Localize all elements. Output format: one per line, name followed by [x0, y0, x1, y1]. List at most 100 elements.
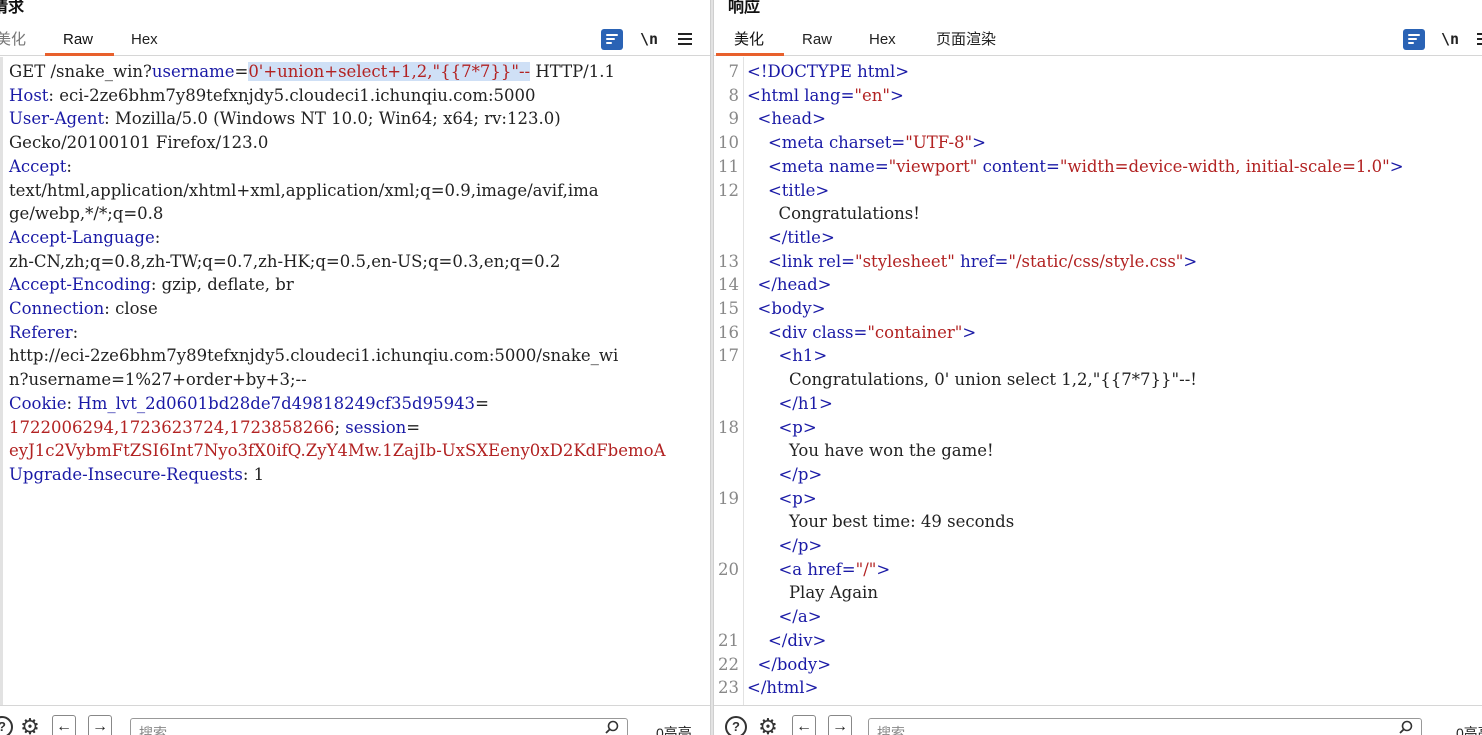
tab-render[interactable]: 页面渲染 [936, 31, 996, 49]
search-magnifier-icon[interactable] [605, 720, 619, 734]
response-editor[interactable]: 7 8 9 10 11 12 13 14 15 16 17 18 19 20 21 22 23 <!DOCTYP… [714, 57, 1482, 705]
response-token: href [807, 559, 842, 579]
request-title: 请求 [0, 0, 25, 16]
response-token: <meta [747, 133, 829, 153]
response-title: 响应 [728, 0, 761, 16]
response-token: = [891, 133, 906, 153]
response-line: </p> [747, 463, 822, 487]
request-token: : gzip, deflate, br [150, 275, 294, 295]
help-icon[interactable]: ? [0, 715, 14, 735]
request-token: : 1 [242, 464, 265, 484]
http-message-viewer: 请求 美化 Raw Hex \n GET /snake_win?username… [0, 0, 1482, 735]
response-tab-bar: 美化 Raw Hex 页面渲染 \n [714, 24, 1482, 56]
response-token: > [972, 133, 986, 153]
line-number [714, 605, 739, 629]
request-token: Accept [9, 156, 67, 176]
response-search-input[interactable]: 搜索 [868, 718, 1422, 735]
line-number: 17 [718, 346, 739, 366]
response-token: > [876, 559, 891, 579]
response-token: "/static/css/style.css" [1008, 251, 1184, 271]
forward-arrow-icon[interactable]: → [88, 715, 112, 735]
menu-icon[interactable] [678, 28, 692, 50]
response-token: </head> [747, 275, 832, 295]
response-token: Congratulations, 0' union select 1,2,"{{… [747, 370, 1197, 390]
match-count: 0高亮 [1456, 725, 1482, 735]
request-line: ge/webp,*/*;q=0.8 [9, 202, 163, 226]
forward-arrow-icon[interactable]: → [828, 715, 852, 735]
request-token: : close [104, 299, 158, 318]
request-token: Host [9, 85, 49, 105]
response-token: = [840, 85, 855, 105]
response-token: "container" [867, 322, 963, 342]
request-line: eyJ1c2VybmFtZSI6Int7Nyo3fX0ifQ.ZyY4Mw.1Z… [9, 439, 666, 463]
line-number: 15 [718, 299, 739, 318]
request-search-input[interactable]: 搜索 [130, 718, 628, 735]
request-token: : [66, 393, 78, 413]
request-token: = [234, 62, 249, 81]
response-line: Congratulations! [747, 202, 919, 226]
request-token: User-Agent [9, 109, 105, 129]
request-token: : [66, 156, 72, 176]
response-line: You have won the game! [747, 439, 994, 463]
response-token: = [874, 156, 889, 176]
response-token: <p> [747, 488, 817, 508]
tab-pretty[interactable]: 美化 [0, 31, 26, 49]
response-token: <link [747, 251, 819, 271]
response-line: </body> [747, 653, 831, 677]
request-token: Connection [9, 299, 105, 318]
request-token: : eci-2ze6bhm7y89tefxnjdy5.cloudeci1.ich… [48, 85, 536, 105]
request-token: Upgrade-Insecure-Requests [9, 464, 243, 484]
back-arrow-icon[interactable]: ← [52, 715, 76, 735]
response-token: "width=device-width, initial-scale=1.0" [1059, 156, 1390, 176]
response-token: > [1183, 251, 1198, 271]
search-magnifier-icon[interactable] [1399, 720, 1413, 734]
line-number: 10 [718, 133, 739, 153]
settings-gear-icon[interactable]: ⚙ [756, 715, 780, 735]
line-number: 12 [718, 180, 739, 200]
back-arrow-icon[interactable]: ← [792, 715, 816, 735]
line-number: 8 [728, 85, 740, 105]
line-number [714, 463, 739, 487]
response-token: content [977, 156, 1047, 176]
wrap-lines-icon[interactable] [1402, 28, 1426, 50]
response-token: <meta [747, 156, 829, 176]
request-token: : [154, 227, 161, 247]
response-token: charset [828, 133, 892, 153]
active-tab-underline [45, 53, 114, 56]
request-editor[interactable]: GET /snake_win?username=0'+union+select+… [0, 57, 710, 705]
tab-raw[interactable]: Raw [802, 31, 832, 49]
help-icon[interactable]: ? [724, 715, 748, 735]
line-number [714, 202, 739, 226]
request-line: Upgrade-Insecure-Requests: 1 [9, 463, 264, 487]
tab-hex[interactable]: Hex [131, 31, 158, 49]
newline-toggle-icon[interactable]: \n [638, 28, 660, 50]
response-line: <div class="container"> [747, 321, 976, 345]
newline-toggle-icon[interactable]: \n [1439, 28, 1461, 50]
response-line: Play Again [747, 581, 878, 605]
response-line: <p> [747, 487, 817, 511]
line-number [714, 581, 739, 605]
response-token: Your best time: 49 seconds [747, 512, 1015, 532]
line-number: 11 [718, 156, 739, 176]
wrap-lines-icon[interactable] [600, 28, 624, 50]
response-token: </html> [747, 678, 819, 698]
response-token: name [828, 156, 875, 176]
settings-gear-icon[interactable]: ⚙ [18, 715, 42, 735]
response-token: href [954, 251, 995, 271]
tab-pretty[interactable]: 美化 [734, 31, 764, 49]
response-line: <!DOCTYPE html> [747, 60, 909, 84]
request-line: Host: eci-2ze6bhm7y89tefxnjdy5.cloudeci1… [9, 84, 536, 108]
response-token: </h1> [747, 393, 833, 413]
response-token: </div> [747, 630, 827, 650]
request-line: Cookie: Hm_lvt_2d0601bd28de7d49818249cf3… [9, 392, 489, 416]
request-line: GET /snake_win?username=0'+union+select+… [9, 60, 615, 84]
line-number: 16 [718, 322, 739, 342]
response-token: > [889, 85, 904, 105]
tab-hex[interactable]: Hex [869, 31, 896, 49]
request-tab-bar: 美化 Raw Hex \n [0, 24, 710, 56]
menu-icon[interactable] [1477, 28, 1482, 50]
request-token: eyJ1c2VybmFtZSI6Int7Nyo3fX0ifQ.ZyY4Mw.1Z… [9, 441, 666, 461]
response-line: <h1> [747, 344, 827, 368]
request-line: http://eci-2ze6bhm7y89tefxnjdy5.cloudeci… [9, 344, 618, 368]
tab-raw[interactable]: Raw [63, 31, 93, 49]
